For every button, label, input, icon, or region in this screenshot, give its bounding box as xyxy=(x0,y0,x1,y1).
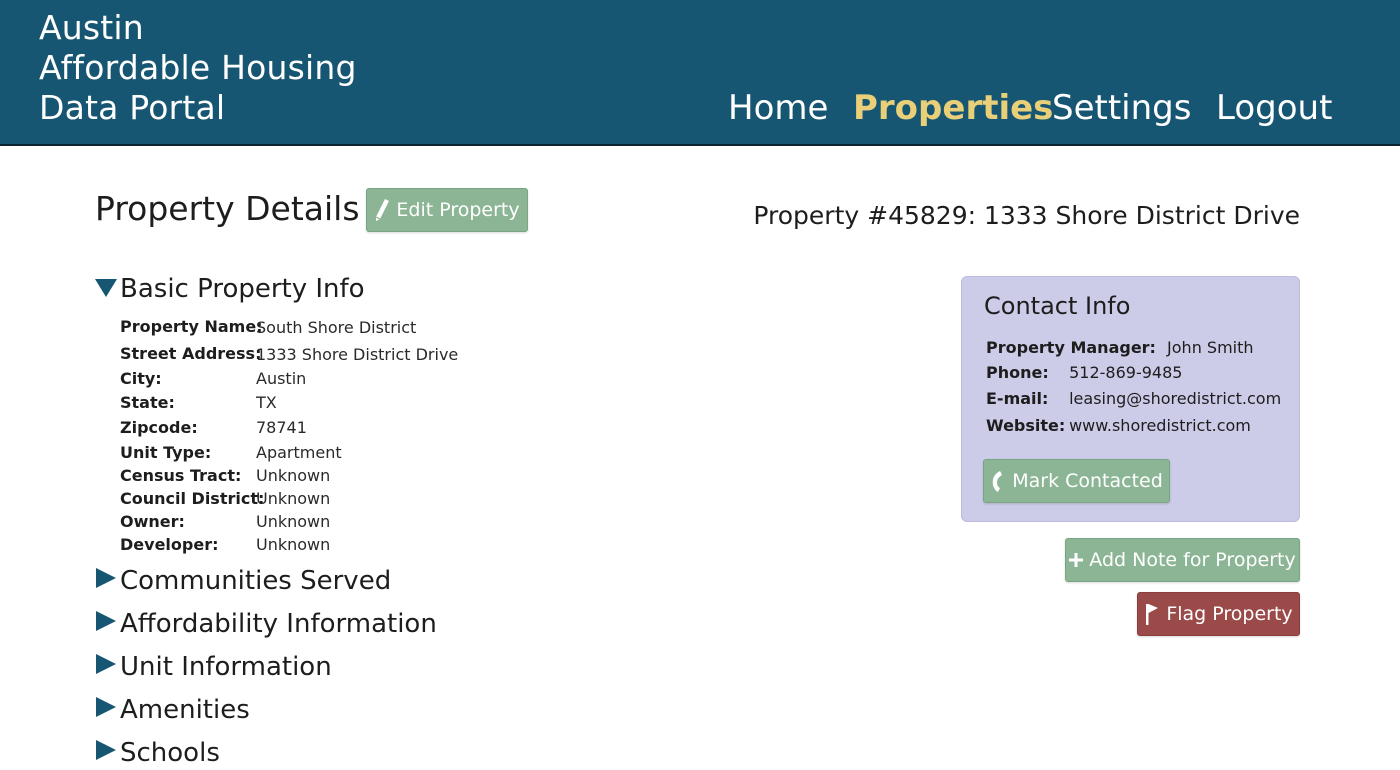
contact-key: Phone: xyxy=(986,363,1049,382)
info-value: 78741 xyxy=(256,418,307,437)
contact-info-title: Contact Info xyxy=(984,292,1131,320)
section-title: Affordability Information xyxy=(120,609,437,639)
contact-row-website: Website: www.shoredistrict.com xyxy=(986,415,1251,437)
section-title: Amenities xyxy=(120,695,250,725)
contact-email-value[interactable]: leasing@shoredistrict.com xyxy=(1069,389,1281,408)
section-schools[interactable]: Schools xyxy=(95,736,220,770)
triangle-right-icon xyxy=(95,650,117,684)
pencil-icon xyxy=(374,198,390,222)
info-value: Unknown xyxy=(256,535,331,554)
info-key: Developer: xyxy=(120,535,219,554)
info-key: Census Tract: xyxy=(120,466,242,485)
mark-contacted-button[interactable]: Mark Contacted xyxy=(983,459,1170,503)
info-value: Unknown xyxy=(256,489,331,508)
info-key: Zipcode: xyxy=(120,418,198,437)
contact-value: John Smith xyxy=(1167,338,1254,357)
section-basic-info[interactable]: Basic Property Info xyxy=(95,272,365,306)
contact-key: Website: xyxy=(986,416,1066,435)
section-unit-information[interactable]: Unit Information xyxy=(95,650,332,684)
contact-row-email: E-mail: leasing@shoredistrict.com xyxy=(986,388,1281,410)
info-key: City: xyxy=(120,369,162,388)
triangle-right-icon xyxy=(95,607,117,641)
contact-row-manager: Property Manager: John Smith xyxy=(986,337,1254,359)
triangle-right-icon xyxy=(95,736,117,770)
info-value: TX xyxy=(256,393,277,412)
brand-line-2: Affordable Housing xyxy=(39,48,357,87)
flag-icon xyxy=(1144,602,1160,626)
plus-icon xyxy=(1069,553,1084,567)
section-amenities[interactable]: Amenities xyxy=(95,693,250,727)
phone-icon xyxy=(990,469,1006,493)
section-communities-served[interactable]: Communities Served xyxy=(95,564,391,598)
add-note-button[interactable]: Add Note for Property xyxy=(1065,538,1300,582)
info-value: 1333 Shore District Drive xyxy=(256,345,459,364)
flag-property-label: Flag Property xyxy=(1166,603,1293,625)
nav-logout[interactable]: Logout xyxy=(1216,84,1332,132)
info-key: Property Name: xyxy=(120,317,263,336)
mark-contacted-label: Mark Contacted xyxy=(1012,470,1163,492)
section-title: Schools xyxy=(120,738,220,768)
info-key: Unit Type: xyxy=(120,443,212,462)
info-value: South Shore District xyxy=(256,318,417,337)
nav-settings[interactable]: Settings xyxy=(1052,84,1191,132)
brand-line-1: Austin xyxy=(39,8,144,47)
info-key: Street Address: xyxy=(120,344,262,363)
section-title: Communities Served xyxy=(120,566,392,596)
page-title: Property Details xyxy=(95,189,360,228)
contact-info-card: Contact Info Property Manager: John Smit… xyxy=(961,276,1300,522)
top-header: Austin Affordable Housing Data Portal Ho… xyxy=(0,0,1400,146)
info-key: State: xyxy=(120,393,175,412)
info-value: Unknown xyxy=(256,512,331,531)
info-key: Council District: xyxy=(120,489,265,508)
add-note-label: Add Note for Property xyxy=(1089,549,1296,571)
contact-website-value[interactable]: www.shoredistrict.com xyxy=(1069,416,1251,435)
triangle-down-icon xyxy=(95,272,117,306)
nav-home[interactable]: Home xyxy=(728,84,828,132)
edit-property-label: Edit Property xyxy=(396,199,520,221)
property-heading: Property #45829: 1333 Shore District Dri… xyxy=(753,201,1300,230)
edit-property-button[interactable]: Edit Property xyxy=(366,188,528,232)
contact-value: 512-869-9485 xyxy=(1069,363,1183,382)
contact-key: E-mail: xyxy=(986,389,1049,408)
contact-key: Property Manager: xyxy=(986,338,1156,357)
triangle-right-icon xyxy=(95,564,117,598)
info-value: Unknown xyxy=(256,466,331,485)
section-basic-info-title: Basic Property Info xyxy=(120,274,365,304)
contact-row-phone: Phone: 512-869-9485 xyxy=(986,362,1182,384)
section-title: Unit Information xyxy=(120,652,332,682)
info-key: Owner: xyxy=(120,512,185,531)
main-nav: Home Properties Settings Logout xyxy=(0,84,1400,132)
section-affordability-information[interactable]: Affordability Information xyxy=(95,607,437,641)
info-value: Apartment xyxy=(256,443,342,462)
nav-properties[interactable]: Properties xyxy=(853,84,1053,132)
info-value: Austin xyxy=(256,369,307,388)
triangle-right-icon xyxy=(95,693,117,727)
flag-property-button[interactable]: Flag Property xyxy=(1137,592,1300,636)
